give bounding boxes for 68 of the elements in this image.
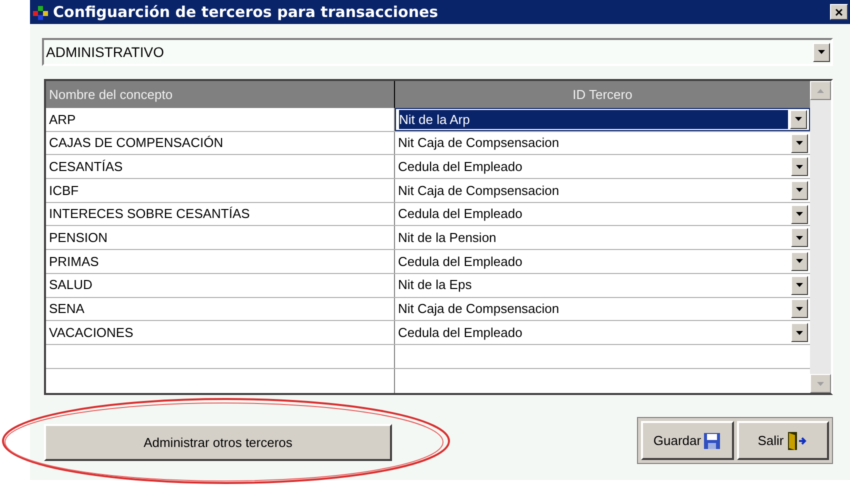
- cell-dropdown[interactable]: Cedula del Empleado: [395, 250, 810, 273]
- dropdown-button[interactable]: [790, 110, 807, 129]
- table-cell: ICBF: [46, 179, 395, 202]
- table-cell: CESANTÍAS: [46, 155, 395, 178]
- dropdown-value: Cedula del Empleado: [398, 324, 522, 342]
- dropdown-button[interactable]: [791, 252, 808, 271]
- caret-icon: [796, 141, 803, 146]
- dropdown-button[interactable]: [791, 323, 808, 342]
- dropdown-button[interactable]: [791, 276, 808, 295]
- caret-icon: [818, 50, 825, 54]
- cell-dropdown[interactable]: Nit Caja de Compsensacion: [395, 179, 810, 202]
- dropdown-button[interactable]: [791, 157, 808, 176]
- cell-dropdown[interactable]: Nit de la Eps: [395, 274, 810, 296]
- cell-dropdown[interactable]: Cedula del Empleado: [395, 202, 810, 226]
- table-cell: PRIMAS: [46, 250, 395, 273]
- caret-icon: [796, 212, 803, 216]
- dropdown-button[interactable]: [791, 228, 808, 248]
- caret-icon: [796, 306, 803, 311]
- table-cell: VACACIONES: [46, 321, 395, 344]
- scroll-up-button[interactable]: [810, 81, 831, 100]
- down-arrow-icon: [817, 382, 824, 386]
- exit-button[interactable]: Salir: [736, 421, 829, 460]
- table-cell: PENSION: [46, 226, 395, 250]
- caret-icon: [796, 259, 803, 264]
- dropdown-value: Cedula del Empleado: [398, 252, 522, 271]
- dropdown-value: Cedula del Empleado: [398, 158, 522, 176]
- caret-icon: [796, 236, 803, 240]
- dropdown-value: Nit Caja de Compsensacion: [398, 182, 560, 200]
- dropdown-value: Nit Caja de Compsensacion: [398, 300, 560, 318]
- close-button[interactable]: ×: [830, 4, 848, 20]
- manage-button[interactable]: Administrar otros terceros: [44, 424, 392, 461]
- cell-dropdown[interactable]: Nit de la Pension: [395, 226, 810, 250]
- scroll-down-button[interactable]: [810, 374, 831, 393]
- table-cell: SENA: [46, 298, 395, 320]
- up-arrow-icon: [817, 88, 824, 92]
- dropdown-value: Nit de la Eps: [398, 276, 472, 294]
- dropdown-value: Cedula del Empleado: [398, 205, 522, 224]
- dropdown-button[interactable]: [791, 180, 808, 200]
- save-button[interactable]: Guardar: [641, 421, 734, 460]
- dropdown-button[interactable]: [791, 134, 808, 153]
- column-header: ID Tercero: [572, 86, 634, 104]
- scrollbar[interactable]: [810, 81, 831, 393]
- caret-icon: [796, 188, 803, 192]
- dropdown-value: ADMINISTRATIVO: [46, 42, 164, 62]
- app-icon: [32, 3, 50, 21]
- dropdown-value: Nit de la Arp: [399, 110, 788, 130]
- cell-dropdown[interactable]: Nit Caja de Compsensacion: [395, 298, 810, 320]
- category-dropdown[interactable]: ADMINISTRATIVO: [42, 38, 833, 66]
- caret-icon: [796, 164, 803, 169]
- caret-icon: [795, 117, 802, 122]
- table-cell: INTERECES SOBRE CESANTÍAS: [46, 202, 395, 226]
- dropdown-button[interactable]: [791, 204, 808, 224]
- dropdown-button[interactable]: [791, 299, 808, 318]
- caret-icon: [796, 330, 803, 335]
- dropdown-value: Nit Caja de Compsensacion: [398, 134, 560, 152]
- cell-dropdown[interactable]: Cedula del Empleado: [395, 155, 810, 178]
- cell-dropdown[interactable]: Cedula del Empleado: [395, 321, 810, 344]
- window-title: Configuarción de terceros para transacciones: [53, 2, 440, 23]
- cell-dropdown[interactable]: Nit de la Arp: [395, 108, 810, 131]
- cell-dropdown[interactable]: Nit Caja de Compsensacion: [395, 132, 810, 154]
- door-exit-icon: [786, 430, 808, 450]
- dropdown-button[interactable]: [813, 42, 830, 62]
- table-cell: ARP: [46, 108, 395, 131]
- column-header: Nombre del concepto: [46, 81, 395, 108]
- caret-icon: [796, 283, 803, 288]
- table-cell: CAJAS DE COMPENSACIÓN: [46, 132, 395, 154]
- dropdown-value: Nit de la Pension: [398, 229, 496, 248]
- table-cell: SALUD: [46, 274, 395, 296]
